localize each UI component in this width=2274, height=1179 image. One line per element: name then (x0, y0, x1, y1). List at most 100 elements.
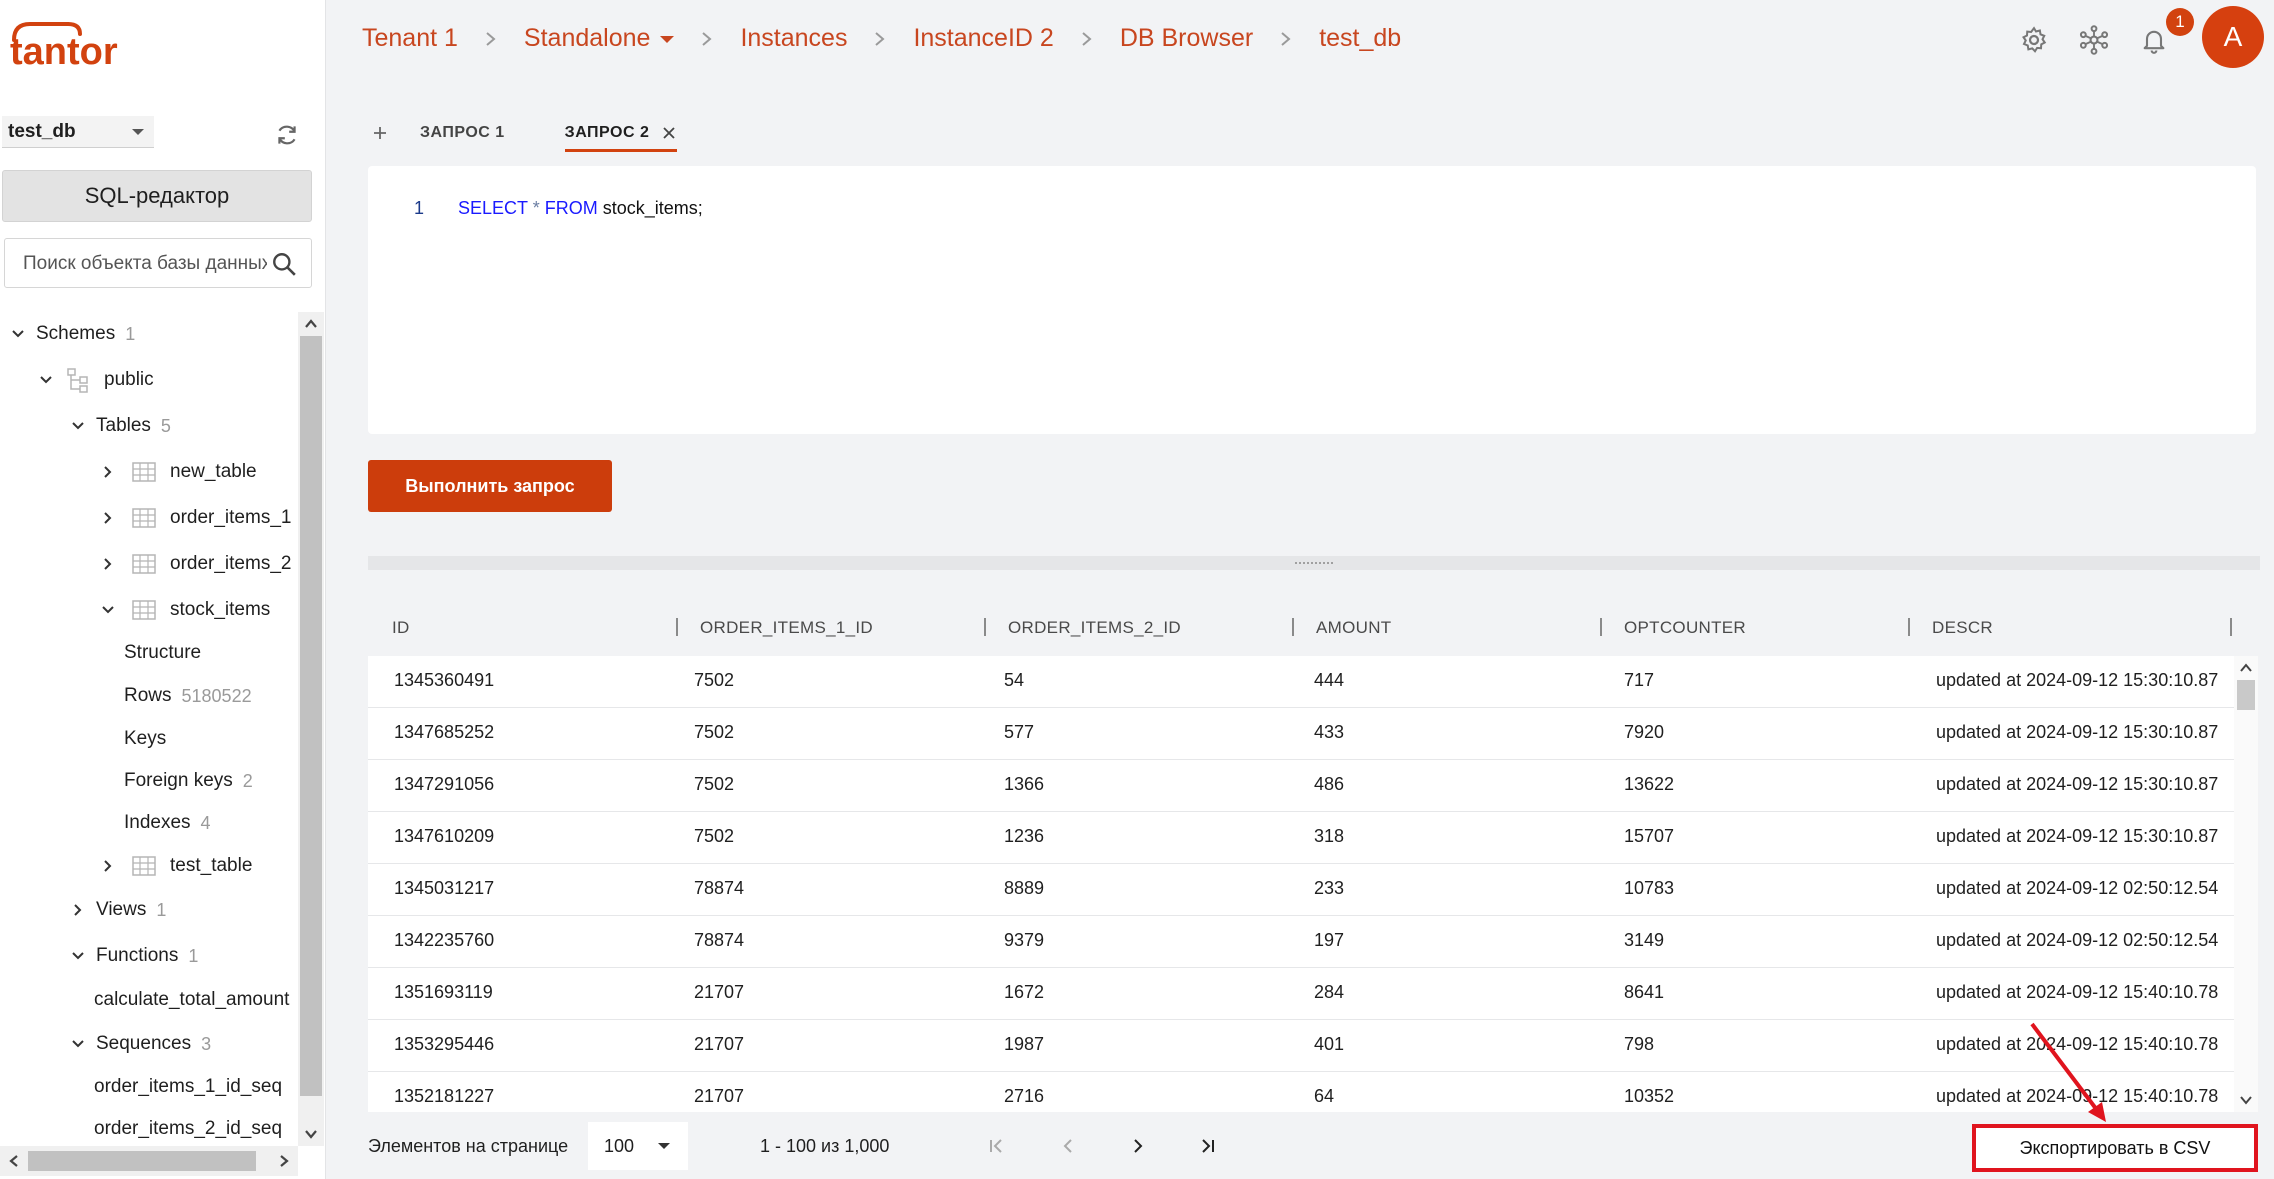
scrollbar-thumb[interactable] (28, 1151, 256, 1171)
export-csv-button[interactable]: Экспортировать в CSV (1972, 1124, 2258, 1172)
tree-node-order-items-1-id-seq[interactable]: order_items_1_id_seq (94, 1069, 282, 1105)
scrollbar-thumb[interactable] (300, 336, 322, 1096)
chevron-down-icon (66, 1032, 90, 1056)
table-row[interactable]: 1351693119 21707 1672 284 8641 updated a… (368, 968, 2234, 1020)
tree-node-test-table[interactable]: test_table (96, 848, 252, 884)
sql-editor-button[interactable]: SQL-редактор (2, 170, 312, 222)
tree-vertical-scrollbar[interactable] (298, 312, 324, 1146)
table-row[interactable]: 1347685252 7502 577 433 7920 updated at … (368, 708, 2234, 760)
add-tab-button[interactable] (368, 121, 392, 145)
chevron-down-icon (96, 598, 120, 622)
first-page-button[interactable] (982, 1132, 1010, 1160)
chevron-up-icon[interactable] (2238, 660, 2254, 676)
tree-node-order-items-2[interactable]: order_items_2 (96, 546, 291, 582)
tree-node-label: order_items_2 (170, 553, 292, 574)
breadcrumb-standalone[interactable]: Standalone (524, 24, 675, 53)
user-avatar[interactable]: A (2202, 6, 2264, 68)
breadcrumb-database[interactable]: test_db (1319, 24, 1401, 53)
sql-code-line[interactable]: SELECT * FROM stock_items; (458, 198, 703, 219)
tree-node-functions[interactable]: Functions 1 (66, 938, 198, 974)
sidebar: tantor test_db SQL-редактор Schemes 1 (0, 0, 326, 1179)
tab-query-2[interactable]: ЗАПРОС 2 (564, 124, 678, 152)
run-query-button[interactable]: Выполнить запрос (368, 460, 612, 512)
column-header-id[interactable]: ID (392, 618, 410, 638)
table-cell: 21707 (694, 1034, 745, 1054)
tab-query-1[interactable]: ЗАПРОС 1 (420, 124, 505, 142)
schema-icon (67, 368, 88, 393)
next-page-button[interactable] (1124, 1132, 1152, 1160)
cluster-button[interactable] (2074, 20, 2114, 60)
chevron-down-icon (66, 944, 90, 968)
sql-editor[interactable]: 1 SELECT * FROM stock_items; (368, 166, 2256, 434)
chevron-left-icon[interactable] (6, 1153, 22, 1169)
last-page-button[interactable] (1194, 1132, 1222, 1160)
column-header-descr[interactable]: DESCR (1932, 618, 1993, 638)
table-row[interactable]: 1345360491 7502 54 444 717 updated at 20… (368, 656, 2234, 708)
tree-node-label: public (104, 369, 154, 390)
tree-node-stock-items[interactable]: stock_items (96, 592, 270, 628)
chevron-down-icon[interactable] (303, 1126, 319, 1142)
drag-handle-icon (1294, 561, 1334, 566)
database-select[interactable]: test_db (2, 116, 154, 148)
tantor-logo[interactable]: tantor (8, 14, 158, 74)
table-cell: 1345031217 (394, 878, 495, 898)
tree-node-schemes[interactable]: Schemes 1 (6, 316, 135, 352)
scrollbar-thumb[interactable] (2237, 680, 2255, 710)
tree-node-count: 1 (125, 323, 136, 344)
breadcrumb-instance-id[interactable]: InstanceID 2 (913, 24, 1053, 53)
tree-node-calculate-total-amount[interactable]: calculate_total_amount (94, 982, 289, 1018)
panel-splitter[interactable] (368, 556, 2260, 570)
tree-node-tables[interactable]: Tables 5 (66, 408, 171, 444)
tree-node-label: order_items_1 (170, 507, 292, 528)
chevron-down-icon (34, 368, 58, 392)
tree-horizontal-scrollbar[interactable] (0, 1146, 298, 1176)
results-body: 1345360491 7502 54 444 717 updated at 20… (368, 656, 2234, 1112)
breadcrumb-instances[interactable]: Instances (740, 24, 847, 53)
chevron-right-icon[interactable] (276, 1153, 292, 1169)
previous-page-button[interactable] (1054, 1132, 1082, 1160)
table-icon (132, 600, 156, 620)
close-icon[interactable] (661, 125, 677, 141)
table-row[interactable]: 1353295446 21707 1987 401 798 updated at… (368, 1020, 2234, 1072)
tree-node-foreign-keys[interactable]: Foreign keys 2 (124, 763, 253, 799)
column-resize-handle[interactable] (2230, 618, 2232, 636)
tree-node-new-table[interactable]: new_table (96, 454, 257, 490)
tree-node-label: test_table (170, 855, 253, 876)
column-resize-handle[interactable] (1292, 618, 1294, 636)
tree-node-rows[interactable]: Rows 5180522 (124, 678, 252, 714)
refresh-button[interactable] (268, 118, 306, 152)
column-header-amount[interactable]: AMOUNT (1316, 618, 1391, 638)
chevron-down-icon[interactable] (2238, 1092, 2254, 1108)
column-resize-handle[interactable] (1908, 618, 1910, 636)
settings-button[interactable] (2014, 20, 2054, 60)
table-row[interactable]: 1347291056 7502 1366 486 13622 updated a… (368, 760, 2234, 812)
tree-node-order-items-2-id-seq[interactable]: order_items_2_id_seq (94, 1111, 282, 1142)
tree-node-public[interactable]: public (34, 362, 154, 398)
tree-node-indexes[interactable]: Indexes 4 (124, 805, 211, 841)
query-tabs: ЗАПРОС 1 ЗАПРОС 2 (368, 118, 737, 152)
tree-node-keys[interactable]: Keys (124, 721, 166, 757)
search-icon[interactable] (271, 251, 297, 277)
object-search-input[interactable] (23, 249, 267, 279)
column-header-order-items-1-id[interactable]: ORDER_ITEMS_1_ID (700, 618, 873, 638)
column-resize-handle[interactable] (984, 618, 986, 636)
breadcrumb-db-browser[interactable]: DB Browser (1120, 24, 1253, 53)
table-row[interactable]: 1347610209 7502 1236 318 15707 updated a… (368, 812, 2234, 864)
column-resize-handle[interactable] (1600, 618, 1602, 636)
table-row[interactable]: 1352181227 21707 2716 64 10352 updated a… (368, 1072, 2234, 1112)
column-header-optcounter[interactable]: OPTCOUNTER (1624, 618, 1746, 638)
page-size-select[interactable]: 100 (588, 1122, 688, 1170)
results-vertical-scrollbar[interactable] (2234, 656, 2258, 1112)
column-resize-handle[interactable] (676, 618, 678, 636)
table-row[interactable]: 1342235760 78874 9379 197 3149 updated a… (368, 916, 2234, 968)
table-cell: 78874 (694, 878, 745, 898)
tree-node-order-items-1[interactable]: order_items_1 (96, 500, 291, 536)
tree-node-structure[interactable]: Structure (124, 635, 201, 671)
table-row[interactable]: 1345031217 78874 8889 233 10783 updated … (368, 864, 2234, 916)
column-header-order-items-2-id[interactable]: ORDER_ITEMS_2_ID (1008, 618, 1181, 638)
breadcrumb-tenant[interactable]: Tenant 1 (362, 24, 458, 53)
tree-node-sequences[interactable]: Sequences 3 (66, 1026, 211, 1062)
chevron-up-icon[interactable] (303, 316, 319, 332)
table-cell: 10352 (1624, 1086, 1675, 1106)
tree-node-views[interactable]: Views 1 (66, 892, 166, 928)
